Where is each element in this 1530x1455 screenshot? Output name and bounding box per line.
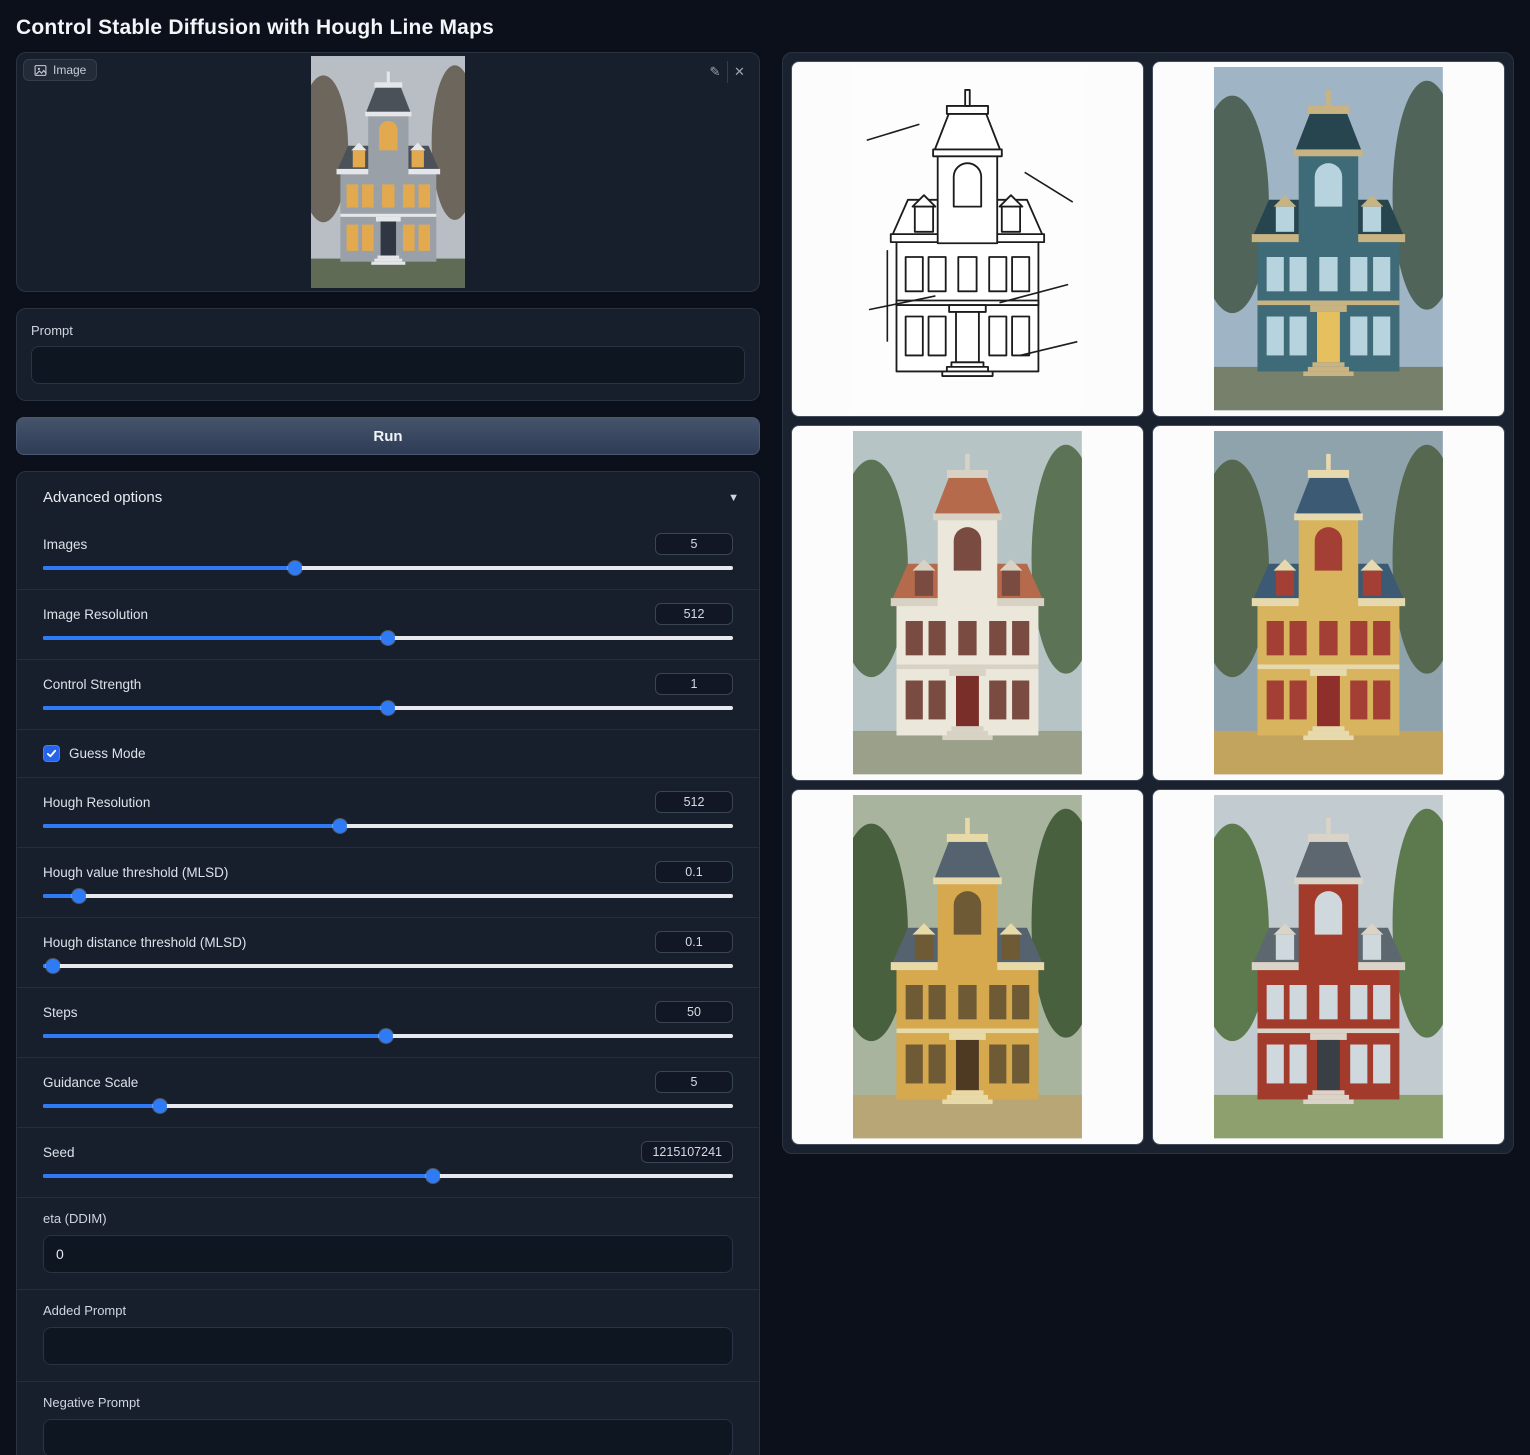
- slider-handle-hough-value-threshold[interactable]: [72, 889, 86, 903]
- slider-handle-hough-resolution[interactable]: [333, 819, 347, 833]
- clear-image-button[interactable]: ✕: [727, 61, 751, 83]
- eta-row: eta (DDIM): [17, 1197, 759, 1289]
- image-label: Image: [23, 59, 97, 81]
- slider-track-guidance-scale[interactable]: [43, 1104, 733, 1108]
- slider-label-steps: Steps: [43, 1005, 78, 1020]
- slider-track-images[interactable]: [43, 566, 733, 570]
- slider-row-image-resolution: Image Resolution 512: [17, 589, 759, 659]
- slider-track-control-strength[interactable]: [43, 706, 733, 710]
- edit-image-button[interactable]: ✎: [703, 61, 727, 83]
- slider-value-hough-distance-threshold[interactable]: 0.1: [655, 931, 733, 953]
- slider-value-seed[interactable]: 1215107241: [641, 1141, 733, 1163]
- slider-fill: [43, 1174, 433, 1178]
- gallery-item-yellow-victorian[interactable]: [1152, 425, 1505, 781]
- added-prompt-label: Added Prompt: [43, 1303, 733, 1318]
- yellow-victorian-image: [1214, 431, 1443, 774]
- slider-handle-seed[interactable]: [426, 1169, 440, 1183]
- advanced-options-label: Advanced options: [43, 489, 162, 506]
- slider-fill: [43, 824, 340, 828]
- guess-mode-checkbox[interactable]: [43, 745, 60, 762]
- slider-handle-image-resolution[interactable]: [381, 631, 395, 645]
- guess-mode-row: Guess Mode: [17, 729, 759, 777]
- slider-row-hough-resolution: Hough Resolution 512: [17, 777, 759, 847]
- slider-label-image-resolution: Image Resolution: [43, 607, 148, 622]
- advanced-options-header[interactable]: Advanced options ▼: [17, 472, 759, 520]
- image-upload-panel[interactable]: Image ✎ ✕: [16, 52, 760, 292]
- image-icon: [34, 64, 47, 77]
- gold-victorian-image: [853, 795, 1082, 1138]
- slider-value-guidance-scale[interactable]: 5: [655, 1071, 733, 1093]
- teal-victorian-image: [1214, 67, 1443, 410]
- gallery-item-white-victorian[interactable]: [791, 425, 1144, 781]
- guess-mode-label: Guess Mode: [69, 746, 146, 761]
- white-victorian-image: [853, 431, 1082, 774]
- image-actions: ✎ ✕: [703, 61, 751, 83]
- input-house-photo[interactable]: [311, 56, 466, 288]
- slider-handle-images[interactable]: [288, 561, 302, 575]
- slider-track-hough-value-threshold[interactable]: [43, 894, 733, 898]
- slider-value-steps[interactable]: 50: [655, 1001, 733, 1023]
- eta-label: eta (DDIM): [43, 1211, 733, 1226]
- gallery-item-hough-line-map[interactable]: [791, 61, 1144, 417]
- controls-column: Image ✎ ✕ Prompt Run Advanced options ▼: [16, 52, 760, 1455]
- gallery-item-red-victorian[interactable]: [1152, 789, 1505, 1145]
- slider-track-image-resolution[interactable]: [43, 636, 733, 640]
- slider-row-seed: Seed 1215107241: [17, 1127, 759, 1197]
- slider-handle-guidance-scale[interactable]: [153, 1099, 167, 1113]
- run-button[interactable]: Run: [16, 417, 760, 455]
- slider-label-images: Images: [43, 537, 87, 552]
- slider-track-hough-distance-threshold[interactable]: [43, 964, 733, 968]
- slider-handle-steps[interactable]: [379, 1029, 393, 1043]
- app: Control Stable Diffusion with Hough Line…: [0, 0, 1530, 1455]
- slider-track-steps[interactable]: [43, 1034, 733, 1038]
- negative-prompt-label: Negative Prompt: [43, 1395, 733, 1410]
- slider-row-hough-value-threshold: Hough value threshold (MLSD) 0.1: [17, 847, 759, 917]
- slider-row-guidance-scale: Guidance Scale 5: [17, 1057, 759, 1127]
- check-icon: [46, 748, 57, 759]
- prompt-panel: Prompt: [16, 308, 760, 401]
- gallery-item-gold-victorian[interactable]: [791, 789, 1144, 1145]
- slider-label-hough-distance-threshold: Hough distance threshold (MLSD): [43, 935, 246, 950]
- added-prompt-input[interactable]: [43, 1327, 733, 1365]
- slider-fill: [43, 1104, 160, 1108]
- input-image-preview[interactable]: [311, 53, 466, 291]
- negative-prompt-row: Negative Prompt: [17, 1381, 759, 1455]
- slider-row-steps: Steps 50: [17, 987, 759, 1057]
- result-gallery: [782, 52, 1514, 1154]
- slider-label-hough-value-threshold: Hough value threshold (MLSD): [43, 865, 228, 880]
- slider-label-guidance-scale: Guidance Scale: [43, 1075, 138, 1090]
- image-label-text: Image: [53, 63, 86, 77]
- slider-value-image-resolution[interactable]: 512: [655, 603, 733, 625]
- page-title: Control Stable Diffusion with Hough Line…: [0, 0, 1530, 52]
- slider-row-control-strength: Control Strength 1: [17, 659, 759, 729]
- slider-value-hough-resolution[interactable]: 512: [655, 791, 733, 813]
- slider-handle-hough-distance-threshold[interactable]: [46, 959, 60, 973]
- prompt-input[interactable]: [31, 346, 745, 384]
- slider-fill: [43, 636, 388, 640]
- negative-prompt-input[interactable]: [43, 1419, 733, 1455]
- eta-input[interactable]: [43, 1235, 733, 1273]
- advanced-options-panel: Advanced options ▼ Images 5: [16, 471, 760, 1455]
- slider-label-hough-resolution: Hough Resolution: [43, 795, 150, 810]
- slider-row-images: Images 5: [17, 520, 759, 589]
- slider-label-seed: Seed: [43, 1145, 75, 1160]
- slider-label-control-strength: Control Strength: [43, 677, 141, 692]
- slider-value-hough-value-threshold[interactable]: 0.1: [655, 861, 733, 883]
- added-prompt-row: Added Prompt: [17, 1289, 759, 1381]
- red-victorian-image: [1214, 795, 1443, 1138]
- slider-fill: [43, 706, 388, 710]
- slider-fill: [43, 566, 295, 570]
- hough-line-map-image: [853, 67, 1082, 410]
- slider-track-hough-resolution[interactable]: [43, 824, 733, 828]
- gallery-item-teal-victorian[interactable]: [1152, 61, 1505, 417]
- collapse-icon[interactable]: ▼: [728, 492, 739, 504]
- slider-value-images[interactable]: 5: [655, 533, 733, 555]
- slider-handle-control-strength[interactable]: [381, 701, 395, 715]
- slider-row-hough-distance-threshold: Hough distance threshold (MLSD) 0.1: [17, 917, 759, 987]
- slider-fill: [43, 1034, 386, 1038]
- prompt-label: Prompt: [31, 323, 745, 338]
- slider-value-control-strength[interactable]: 1: [655, 673, 733, 695]
- slider-track-seed[interactable]: [43, 1174, 733, 1178]
